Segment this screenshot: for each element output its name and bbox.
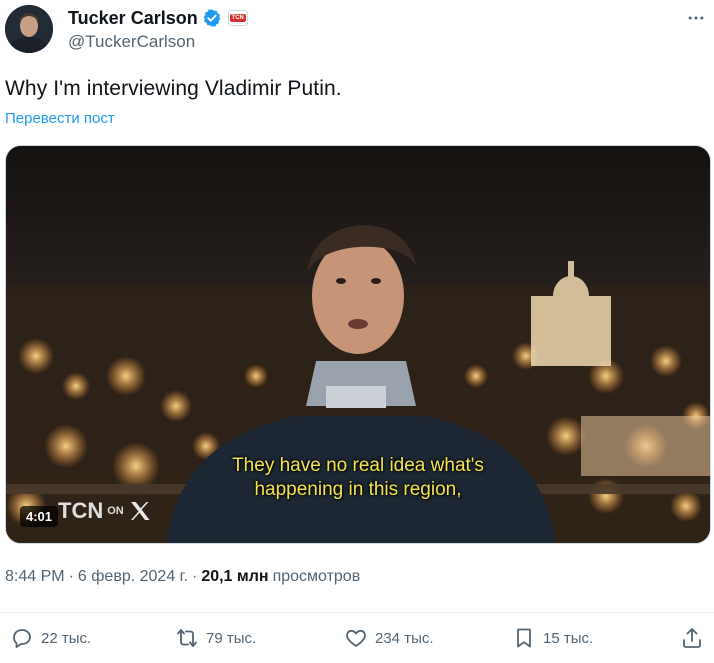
reply-button[interactable]: 22 тыс.	[10, 626, 91, 650]
tweet-card: Tucker Carlson TCN @TuckerCarlson Why I'…	[0, 0, 714, 663]
repost-count: 79 тыс.	[206, 629, 257, 647]
repost-button[interactable]: 79 тыс.	[175, 626, 256, 650]
action-bar: 22 тыс. 79 тыс. 234 тыс. 15 тыс.	[0, 622, 714, 658]
author-handle[interactable]: @TuckerCarlson	[68, 32, 195, 52]
tweet-time[interactable]: 8:44 PM	[5, 568, 65, 586]
meta-separator: ·	[191, 568, 198, 585]
like-button[interactable]: 234 тыс.	[344, 626, 434, 650]
meta-separator: ·	[68, 568, 74, 585]
watermark-label: TCN	[58, 498, 104, 523]
heart-icon	[346, 629, 366, 647]
author-display-name[interactable]: Tucker Carlson	[68, 8, 198, 29]
affiliate-badge-icon[interactable]: TCN	[227, 10, 248, 26]
video-duration-badge: 4:01	[20, 506, 59, 527]
verified-badge-icon	[202, 8, 222, 28]
tweet-date[interactable]: 6 февр. 2024 г.	[78, 568, 188, 586]
translate-post-link[interactable]: Перевести пост	[5, 110, 115, 127]
share-icon	[683, 628, 701, 648]
watermark-suffix: ON	[107, 505, 124, 517]
more-options-button[interactable]	[684, 6, 708, 30]
share-button[interactable]	[680, 626, 704, 650]
more-dots-icon	[688, 16, 704, 20]
avatar[interactable]	[5, 5, 53, 53]
x-logo-icon	[130, 502, 150, 520]
author-name-row: Tucker Carlson TCN	[68, 7, 248, 29]
bookmark-count: 15 тыс.	[543, 629, 594, 647]
affiliate-badge-label: TCN	[229, 14, 246, 22]
bookmark-button[interactable]: 15 тыс.	[512, 626, 593, 650]
tweet-meta: 8:44 PM · 6 февр. 2024 г. · 20,1 млн про…	[5, 568, 360, 586]
views-count: 20,1 млн	[201, 568, 269, 585]
views-label: просмотров	[272, 568, 361, 585]
video-player[interactable]: They have no real idea what's happening …	[5, 145, 711, 544]
repost-icon	[177, 629, 197, 647]
video-watermark: TCN ON	[58, 498, 152, 524]
video-subtitle-line-1: They have no real idea what's	[232, 455, 484, 476]
reply-icon	[13, 629, 31, 648]
tweet-text: Why I'm interviewing Vladimir Putin.	[5, 77, 342, 100]
divider	[0, 612, 714, 613]
like-count: 234 тыс.	[375, 629, 434, 647]
bookmark-icon	[517, 628, 531, 648]
reply-count: 22 тыс.	[41, 629, 92, 647]
